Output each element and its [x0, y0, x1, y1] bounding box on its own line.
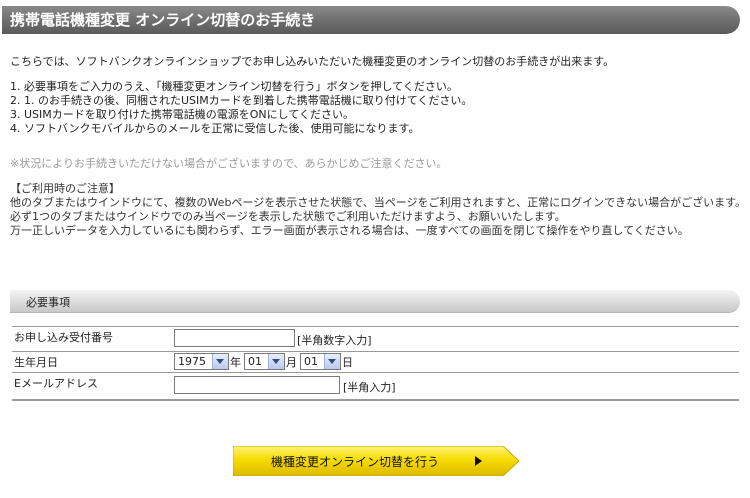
step-item: 4. ソフトバンクモバイルからのメールを正常に受信した後、使用可能になります。 — [10, 122, 420, 135]
arrow-right-icon — [475, 456, 482, 466]
application-number-row: お申し込み受付番号 [半角数字入力] — [12, 327, 739, 352]
page-title: 携帯電話機種変更 オンライン切替のお手続き — [2, 6, 740, 34]
step-item: 2. 1. のお手続きの後、同梱されたUSIMカードを到着した携帯電話機に取り付… — [10, 94, 473, 107]
application-number-hint: [半角数字入力] — [297, 334, 372, 347]
birth-month-select[interactable]: 01 — [244, 353, 285, 370]
chevron-down-icon[interactable] — [212, 354, 228, 369]
section-title: 必要事項 — [26, 296, 70, 309]
day-unit: 日 — [342, 356, 353, 369]
email-label: Eメールアドレス — [14, 377, 98, 390]
usage-cautions: 【ご利用時のご注意】 他のタブまたはウインドウにて、複数のWebページを表示させ… — [10, 182, 746, 238]
section-header: 必要事項 — [10, 290, 740, 313]
application-number-label: お申し込み受付番号 — [14, 331, 113, 344]
caution-line: 必ず1つのタブまたはウインドウでのみ当ページを表示した状態でご利用いただけますよ… — [10, 210, 566, 223]
notice-text: ※状況によりお手続きいただけない場合がございますので、あらかじめご注意ください。 — [10, 157, 448, 170]
email-hint: [半角入力] — [343, 381, 396, 394]
application-number-input[interactable] — [174, 329, 295, 347]
birthdate-row: 生年月日 1975 年 01 月 01 日 — [12, 352, 739, 373]
birth-month-value: 01 — [248, 355, 262, 368]
step-item: 3. USIMカードを取り付けた携帯電話機の電源をONにしてください。 — [10, 108, 354, 121]
year-unit: 年 — [230, 356, 241, 369]
caution-line: 他のタブまたはウインドウにて、複数のWebページを表示させた状態で、当ページをご… — [10, 196, 747, 209]
step-item: 1. 必要事項をご入力のうえ、「機種変更オンライン切替を行う」ボタンを押してくだ… — [10, 80, 458, 93]
birth-year-select[interactable]: 1975 — [174, 353, 229, 370]
email-input[interactable] — [174, 376, 340, 394]
email-row: Eメールアドレス [半角入力] — [12, 373, 739, 401]
intro-text: こちらでは、ソフトバンクオンラインショップでお申し込みいただいた機種変更のオンラ… — [10, 55, 615, 68]
chevron-down-icon[interactable] — [268, 354, 284, 369]
submit-button-label: 機種変更オンライン切替を行う — [271, 455, 440, 469]
birthdate-label: 生年月日 — [14, 356, 58, 369]
steps-list: 1. 必要事項をご入力のうえ、「機種変更オンライン切替を行う」ボタンを押してくだ… — [10, 80, 472, 136]
online-switch-submit-button[interactable]: 機種変更オンライン切替を行う — [233, 446, 519, 476]
month-unit: 月 — [286, 356, 297, 369]
birth-day-value: 01 — [304, 355, 318, 368]
birth-day-select[interactable]: 01 — [300, 353, 341, 370]
cautions-heading: 【ご利用時のご注意】 — [10, 182, 120, 195]
required-info-form: お申し込み受付番号 [半角数字入力] 生年月日 1975 年 01 月 01 日… — [12, 326, 739, 401]
caution-line: 万一正しいデータを入力しているにも関わらず、エラー画面が表示される場合は、一度す… — [10, 224, 689, 237]
chevron-down-icon[interactable] — [324, 354, 340, 369]
birth-year-value: 1975 — [178, 355, 206, 368]
